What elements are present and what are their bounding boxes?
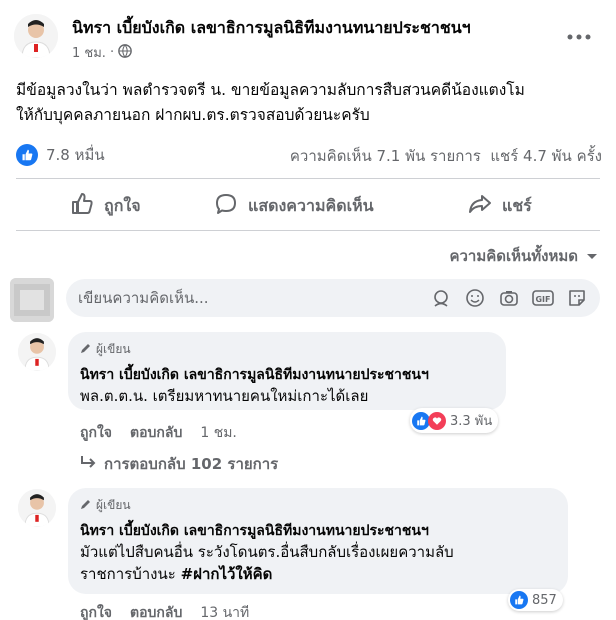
comment-icon <box>214 192 238 220</box>
more-options-button[interactable] <box>566 22 592 46</box>
comment-label: แสดงความคิดเห็น <box>248 195 374 215</box>
meta-separator: · <box>109 45 115 60</box>
author-badge: ผู้เขียน <box>80 496 556 515</box>
sort-label: ความคิดเห็นทั้งหมด <box>449 247 578 265</box>
post-stats[interactable]: ความคิดเห็น 7.1 พัน รายการ แชร์ 4.7 พัน … <box>290 144 602 168</box>
person-avatar-icon <box>18 489 56 527</box>
post-reactions[interactable]: 7.8 หมื่น <box>16 143 105 167</box>
like-label: ถูกใจ <box>104 195 141 215</box>
like-icon <box>510 591 528 609</box>
comment-reply-button[interactable]: ตอบกลับ <box>130 422 182 444</box>
pencil-icon <box>80 342 92 357</box>
svg-text:GIF: GIF <box>535 295 550 304</box>
comment-text-line: ราชการบ้างนะ #ฝากไว้ให้คิด <box>80 563 556 585</box>
globe-icon <box>118 43 132 62</box>
comment-reactions[interactable]: 857 <box>508 589 563 611</box>
replies-label: การตอบกลับ 102 รายการ <box>104 455 279 473</box>
post-time[interactable]: 1 ชม. <box>72 42 106 63</box>
viewer-avatar[interactable] <box>10 278 54 322</box>
comment-author-name[interactable]: นิทรา เบี้ยบังเกิด เลขาธิการมูลนิธิทีมงา… <box>80 365 494 385</box>
more-icon <box>566 22 592 46</box>
person-avatar-icon <box>14 14 58 58</box>
like-icon <box>70 192 94 220</box>
comment-like-button[interactable]: ถูกใจ <box>80 422 112 444</box>
comment-reactions[interactable]: 3.3 พัน <box>410 408 499 433</box>
post-meta: 1 ชม. · <box>72 42 132 63</box>
comment-actions: ถูกใจ ตอบกลับ 1 ชม. <box>80 422 237 444</box>
divider <box>16 178 600 179</box>
author-badge: ผู้เขียน <box>80 340 494 359</box>
comment-author-avatar[interactable] <box>18 333 56 371</box>
like-icon <box>16 144 38 166</box>
post-text-line: ให้กับบุคคลภายนอก ฝากผบ.ตร.ตรวจสอบด้วยนะ… <box>16 106 370 124</box>
like-button[interactable]: ถูกใจ <box>70 192 141 220</box>
comment-time[interactable]: 13 นาที <box>200 602 249 620</box>
comment-text: พล.ต.ต.น. เตรียมหาทนายคนใหม่เกาะได้เลย <box>80 387 369 405</box>
hashtag-link[interactable]: #ฝากไว้ให้คิด <box>181 565 273 583</box>
comment-composer[interactable]: เขียนความคิดเห็น... GIF <box>66 279 600 317</box>
share-label: แชร์ <box>502 195 532 215</box>
author-badge-label: ผู้เขียน <box>96 498 131 512</box>
composer-tools: GIF <box>430 287 588 309</box>
reaction-count: 7.8 หมื่น <box>46 146 105 164</box>
emoji-icon[interactable] <box>464 287 486 309</box>
comment-time[interactable]: 1 ชม. <box>200 422 237 444</box>
comment-text: ราชการบ้างนะ <box>80 565 176 583</box>
comment-button[interactable]: แสดงความคิดเห็น <box>214 192 374 220</box>
view-replies-link[interactable]: การตอบกลับ 102 รายการ <box>80 452 278 476</box>
comment-sort-dropdown[interactable]: ความคิดเห็นทั้งหมด <box>449 244 598 268</box>
post-author-avatar[interactable] <box>14 14 58 58</box>
share-icon <box>468 192 492 220</box>
reply-arrow-icon <box>80 455 96 473</box>
comment-author-name[interactable]: นิทรา เบี้ยบังเกิด เลขาธิการมูลนิธิทีมงา… <box>80 521 556 541</box>
blurred-avatar-icon <box>10 278 54 322</box>
comment-reply-button[interactable]: ตอบกลับ <box>130 602 182 620</box>
camera-icon[interactable] <box>498 287 520 309</box>
author-badge-label: ผู้เขียน <box>96 342 131 356</box>
comment-bubble: ผู้เขียน นิทรา เบี้ยบังเกิด เลขาธิการมูล… <box>68 332 506 410</box>
divider <box>16 230 600 231</box>
sticker-icon[interactable] <box>566 287 588 309</box>
post-text-line: มีข้อมูลวงในว่า พลตำรวจตรี น. ขายข้อมูลค… <box>16 81 525 99</box>
share-button[interactable]: แชร์ <box>468 192 532 220</box>
comment-like-button[interactable]: ถูกใจ <box>80 602 112 620</box>
love-icon <box>428 411 446 430</box>
comment-input[interactable]: เขียนความคิดเห็น... <box>78 286 209 310</box>
comment-author-avatar[interactable] <box>18 489 56 527</box>
comment-text: มัวแต่ไปสืบคนอื่น ระวังโดนตร.อื่นสืบกลับ… <box>80 543 454 561</box>
comment-reaction-count: 857 <box>532 592 557 608</box>
person-avatar-icon <box>18 333 56 371</box>
comment-actions: ถูกใจ ตอบกลับ 13 นาที <box>80 602 249 620</box>
pencil-icon <box>80 498 92 513</box>
comment-bubble: ผู้เขียน นิทรา เบี้ยบังเกิด เลขาธิการมูล… <box>68 488 568 594</box>
chevron-down-icon <box>586 247 598 265</box>
avatar-sticker-icon[interactable] <box>430 287 452 309</box>
post-body: มีข้อมูลวงในว่า พลตำรวจตรี น. ขายข้อมูลค… <box>16 78 606 128</box>
post-author-name[interactable]: นิทรา เบี้ยบังเกิด เลขาธิการมูลนิธิทีมงา… <box>72 16 471 41</box>
comment-reaction-count: 3.3 พัน <box>450 414 493 429</box>
gif-icon[interactable]: GIF <box>532 287 554 309</box>
